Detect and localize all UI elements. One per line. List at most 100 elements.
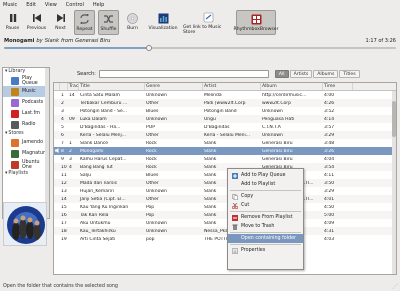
table-row[interactable]: 17Aku UntukmuUnknownSlankUnknown4:09 (54, 219, 396, 227)
cell-time: 3:57 (324, 124, 335, 130)
pause-label: Pause (5, 26, 20, 31)
table-row[interactable]: 3 Potongin Band - Se... Blues Potongin Band… (54, 107, 396, 115)
menu-control[interactable]: Control (66, 2, 84, 8)
library-header[interactable]: ▾ Library (3, 68, 49, 75)
sidebar-item-last-fm[interactable]: Last.fm (3, 108, 49, 119)
filter-albums-button[interactable]: Albums (313, 70, 339, 78)
table-row[interactable]: 2 Terbakar Cemburu ... Other Padi [www2lt.C… (54, 99, 396, 107)
seek-slider[interactable] (4, 45, 396, 51)
table-row[interactable]: 19Arti Cinta SejatipopTHE POTTERSBintang… (54, 235, 396, 243)
table-row[interactable]: 1 14 Cinta Satu Malam Unknown Melinda http://… (54, 91, 396, 99)
rhythmbox-browser-toggle[interactable]: RhythmboxBrowser (234, 10, 278, 35)
visualization-button[interactable]: Visualization (146, 10, 180, 35)
sidebar-item-magnatune[interactable]: Magnatune (3, 148, 49, 159)
cell-time: 4:14 (324, 116, 335, 122)
sidebar-item-radio[interactable]: Radio (3, 119, 49, 130)
cell-time: 4:04 (324, 156, 335, 162)
scrollbar-thumb[interactable] (392, 101, 396, 137)
get-link-button[interactable]: Get link to Music Store (183, 10, 233, 35)
filter-all-button[interactable]: All (274, 70, 289, 78)
column-header-track[interactable]: Track (68, 83, 79, 90)
seek-knob[interactable] (146, 45, 153, 51)
menu-item-add-to-play-queue[interactable]: Add to Play Queue (228, 171, 303, 180)
next-button[interactable]: Next (50, 10, 71, 35)
table-row[interactable]: 15Kau Yang Ku InginkanPopSlankGenerasi B… (54, 203, 396, 211)
column-header-genre[interactable]: Genre (145, 83, 203, 90)
table-row[interactable]: 6 Kerla - Selalu Menj... Other Kerla - Sela… (54, 131, 396, 139)
cell-time: 4:09 (324, 220, 335, 226)
table-row[interactable]: 11SaljuBluesSlankUnknown4:11 (54, 171, 396, 179)
menu-item-remove-from-playlist[interactable]: Remove From Playlist (228, 213, 303, 222)
table-row[interactable]: 14Janji Setia (Cipt. El...OtherSlankBROW… (54, 195, 396, 203)
resize-grip-icon[interactable]: ⋰ (392, 283, 398, 290)
burn-button[interactable]: Burn (122, 10, 143, 35)
menu-item-properties[interactable]: Properties (228, 246, 303, 255)
cell-artist: Potongin Band (204, 108, 237, 114)
blank-icon (231, 236, 238, 242)
column-header-time[interactable]: Time (323, 83, 353, 90)
lastfm-icon (11, 109, 19, 118)
menu-item-label: Properties (241, 248, 266, 253)
table-row[interactable]: 5 D'Bagindas - Ha... POP D'Bagindas C.I.N.T.… (54, 123, 396, 131)
repeat-toggle[interactable]: Repeat (74, 10, 95, 35)
table-row[interactable]: 4 09 Luka Dalam Unknown Ungu Penguasa Hati 4:1… (54, 115, 396, 123)
menu-item-add-to-playlist[interactable]: Add to Playlist (228, 180, 303, 189)
menu-edit[interactable]: Edit (26, 2, 36, 8)
menu-separator (230, 232, 301, 233)
cell-time: 4:00 (324, 92, 335, 98)
search-label: Search: (77, 71, 96, 77)
sidebar-scrollbar[interactable] (45, 68, 49, 218)
sidebar-item-jamendo[interactable]: Jamendo (3, 137, 49, 148)
column-header-index[interactable] (60, 83, 68, 90)
menu-separator (230, 244, 301, 245)
table-row[interactable]: 9 3 Kamu Harus Cepat... Rock Slank Generasi B… (54, 155, 396, 163)
column-header-artist[interactable]: Artist (203, 83, 261, 90)
column-header-album[interactable]: Album (261, 83, 323, 90)
previous-button[interactable]: Previous (26, 10, 47, 35)
cell-artist: Ungu (204, 116, 216, 122)
sidebar-item-play-queue[interactable]: Play Queue (3, 75, 49, 86)
elapsed-time: 1:17 of 3:26 (365, 38, 396, 44)
pause-button[interactable]: Pause (2, 10, 23, 35)
shuffle-toggle[interactable]: Shuffle (98, 10, 119, 35)
menu-item-copy[interactable]: Copy (228, 192, 303, 201)
column-header-title[interactable]: Title (79, 83, 145, 90)
cell-title: Hujan_Kemarin (80, 188, 114, 194)
table-row[interactable]: 16Tak Kan RelaPopSlankGenerasi Biru5:00 (54, 211, 396, 219)
now-playing-from: from (60, 38, 74, 44)
jamendo-icon (11, 138, 19, 147)
cell-n: 4 (61, 116, 64, 122)
table-row[interactable]: 18Kau_TertakhirkuUnknownNessa_PksfUnknow… (54, 227, 396, 235)
table-row[interactable]: 8 2 Monogami Rock Slank Generasi Biru 3:26 (54, 147, 396, 155)
cell-title: Luka Dalam (80, 116, 107, 122)
cell-n: 11 (61, 172, 67, 178)
repeat-icon (79, 13, 91, 25)
filter-titles-button[interactable]: Titles (339, 70, 360, 78)
menu-item-label: Open containing folder (241, 236, 297, 241)
menu-view[interactable]: View (45, 2, 57, 8)
cell-genre: Rock (146, 156, 157, 162)
table-row[interactable]: 7 1 Slank Dance Rock Slank Generasi Biru 3:48 (54, 139, 396, 147)
playlists-header[interactable]: ▾ Playlists (3, 170, 49, 177)
sidebar-item-ubuntu-one[interactable]: Ubuntu One (3, 159, 49, 170)
cell-title: Slank Dance (80, 140, 109, 146)
menu-item-move-to-trash[interactable]: Move to Trash (228, 222, 303, 231)
sidebar-item-label: Jamendo (22, 140, 43, 145)
table-row[interactable]: 13Hujan_KemarinUnknownSlankUnknown3:29 (54, 187, 396, 195)
menu-help[interactable]: Help (93, 2, 104, 8)
song-list-scrollbar[interactable] (392, 91, 396, 274)
stores-header[interactable]: ▾ Stores (3, 130, 49, 137)
cell-time: 4:31 (324, 228, 335, 234)
cell-n: 2 (61, 100, 64, 106)
menu-item-cut[interactable]: Cut (228, 201, 303, 210)
sidebar-item-music[interactable]: Music (3, 86, 49, 97)
menu-item-open-containing-folder[interactable]: Open containing folder (228, 234, 303, 243)
table-row[interactable]: 12Mada dan narsisOtherSlankBROWSE'S COLL… (54, 179, 396, 187)
menu-music[interactable]: Music (3, 2, 17, 8)
magnatune-icon (11, 149, 19, 158)
cell-n: 12 (61, 180, 67, 186)
table-row[interactable]: 10 4 Bang Bang Tut Rock Slank Generasi Biru 3:… (54, 163, 396, 171)
filter-artists-button[interactable]: Artists (289, 70, 313, 78)
search-input[interactable] (98, 70, 269, 78)
sidebar-item-podcasts[interactable]: Podcasts (3, 97, 49, 108)
